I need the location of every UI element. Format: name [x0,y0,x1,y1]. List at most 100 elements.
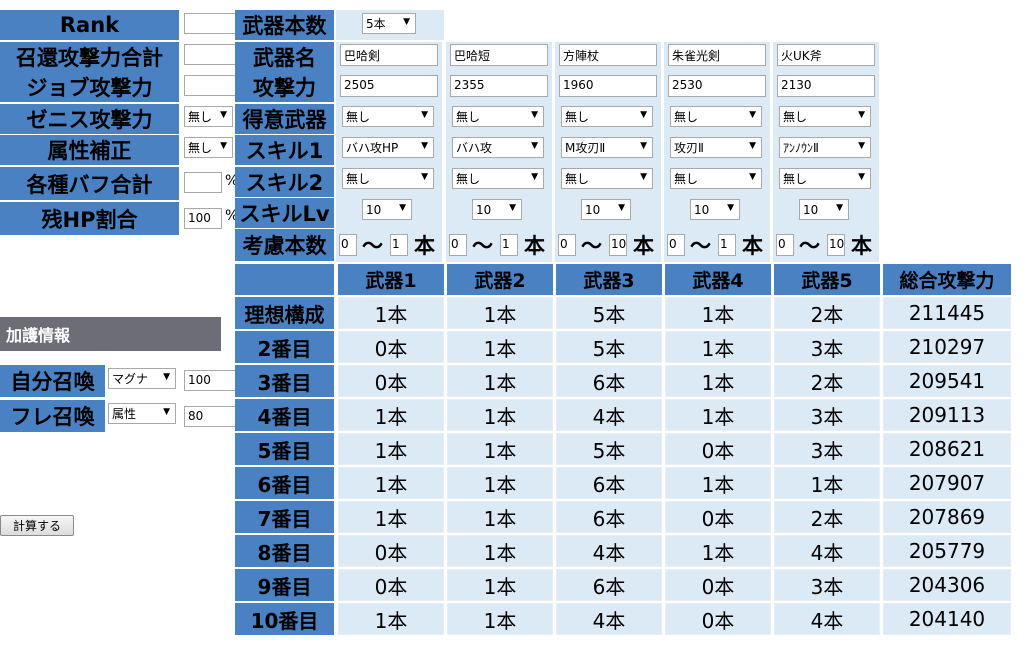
result-weapon-count-cell: 1本 [338,433,444,465]
skill-lv-value: 10 [803,202,819,217]
result-weapon-count-cell: 5本 [556,433,662,465]
skill1-select[interactable]: ｱﾝﾉｳﾝⅡ ▼ [779,137,871,158]
range-min-input[interactable]: 0 [339,234,357,256]
summon-total-input[interactable] [184,44,236,65]
skill1-value: 攻刃Ⅱ [674,141,704,155]
range-max-input[interactable]: 1 [390,234,408,256]
friend-summon-input[interactable]: 80 [184,406,238,427]
skill1-value: バハ攻HP [346,141,399,155]
skill2-value: 無し [456,172,481,186]
range-max-input[interactable]: 1 [718,234,736,256]
skill-lv-select[interactable]: 10 ▼ [362,199,412,220]
dropdown-arrow-icon: ▼ [531,110,538,120]
skill-lv-select[interactable]: 10 ▼ [690,199,740,220]
weapon-name-input[interactable]: 巴哈剣 [340,44,438,66]
result-weapon-count-cell: 0本 [338,365,444,397]
skill1-value: バハ攻 [456,141,493,155]
result-weapon-count-cell: 1本 [447,297,553,329]
zenith-select-value: 無し [188,110,213,124]
zenith-select[interactable]: 無し ▼ [184,106,233,127]
weapon-attack-input[interactable]: 2355 [450,75,548,97]
result-weapon-count-cell: 6本 [556,501,662,533]
skill2-select[interactable]: 無し ▼ [779,168,871,189]
favorite-weapon-select[interactable]: 無し ▼ [670,106,762,127]
result-weapon-count-cell: 1本 [665,365,771,397]
skill-lv-value: 10 [694,202,710,217]
friend-summon-select-value: 属性 [112,407,137,421]
weapon-name-input[interactable]: 火UK斧 [777,44,875,66]
result-weapon-count-cell: 3本 [774,331,880,363]
weapon-attack-input[interactable]: 2530 [668,75,766,97]
favorite-weapon-select[interactable]: 無し ▼ [561,106,653,127]
skill1-select[interactable]: バハ攻HP ▼ [342,137,434,158]
skill2-value: 無し [565,172,590,186]
range-min-input[interactable]: 0 [449,234,467,256]
result-weapon-count-cell: 2本 [774,365,880,397]
result-weapon-count-cell: 1本 [338,501,444,533]
weapon-attack-input[interactable]: 2130 [777,75,875,97]
weapon-column-1: 巴哈剣 2505 無し ▼ バハ攻HP ▼ 無し ▼ 10 ▼ 0 〜 1 本 [336,42,442,262]
skill2-select[interactable]: 無し ▼ [561,168,653,189]
buff-total-label: 各種バフ合計 [0,167,179,200]
range-min-input[interactable]: 0 [776,234,794,256]
dropdown-arrow-icon: ▼ [220,141,227,151]
skill-lv-select[interactable]: 10 ▼ [472,199,522,220]
skill1-select[interactable]: バハ攻 ▼ [452,137,544,158]
result-row-label: 3番目 [235,365,334,397]
dropdown-arrow-icon: ▼ [163,372,170,382]
own-summon-select[interactable]: マグナ ▼ [108,368,176,389]
range-label: 考慮本数 [235,229,334,261]
range-max-input[interactable]: 1 [500,234,518,256]
hp-ratio-input[interactable]: 100 [184,208,222,229]
favorite-weapon-value: 無し [565,110,590,124]
element-select[interactable]: 無し ▼ [184,137,233,158]
skill2-label: スキル2 [235,167,334,197]
results-header-total-attack: 総合攻撃力 [883,264,1011,295]
protection-info-header: 加護情報 [0,317,221,351]
skill2-select[interactable]: 無し ▼ [452,168,544,189]
weapon-attack-input[interactable]: 1960 [559,75,657,97]
result-total-attack-cell: 210297 [883,331,1011,363]
skill1-select[interactable]: 攻刃Ⅱ ▼ [670,137,762,158]
result-weapon-count-cell: 0本 [338,331,444,363]
job-attack-input[interactable] [184,75,236,96]
range-min-input[interactable]: 0 [667,234,685,256]
skill1-select[interactable]: M攻刃Ⅱ ▼ [561,137,653,158]
range-max-input[interactable]: 10 [827,234,845,256]
skill2-select[interactable]: 無し ▼ [342,168,434,189]
dropdown-arrow-icon: ▼ [858,172,865,182]
result-total-attack-cell: 209113 [883,399,1011,431]
dropdown-arrow-icon: ▼ [531,172,538,182]
skill-lv-select[interactable]: 10 ▼ [581,199,631,220]
range-max-input[interactable]: 10 [609,234,627,256]
range-unit: 本 [524,234,545,258]
weapon-name-input[interactable]: 巴哈短 [450,44,548,66]
buff-total-input[interactable] [184,172,222,193]
weapon-column-2: 巴哈短 2355 無し ▼ バハ攻 ▼ 無し ▼ 10 ▼ 0 〜 1 本 [446,42,552,262]
weapon-attack-label: 攻撃力 [235,72,334,102]
result-total-attack-cell: 207869 [883,501,1011,533]
weapon-column-4: 朱雀光剣 2530 無し ▼ 攻刃Ⅱ ▼ 無し ▼ 10 ▼ 0 〜 1 本 [664,42,770,262]
favorite-weapon-select[interactable]: 無し ▼ [779,106,871,127]
weapon-name-input[interactable]: 朱雀光剣 [668,44,766,66]
weapon-name-input[interactable]: 方陣杖 [559,44,657,66]
weapon-attack-input[interactable]: 2505 [340,75,438,97]
rank-input[interactable] [184,13,236,34]
weapon-count-select[interactable]: 5本 ▼ [362,13,416,34]
dropdown-arrow-icon: ▼ [163,407,170,417]
favorite-weapon-select[interactable]: 無し ▼ [452,106,544,127]
friend-summon-select[interactable]: 属性 ▼ [108,403,176,424]
result-weapon-count-cell: 1本 [338,467,444,499]
dropdown-arrow-icon: ▼ [509,203,516,213]
skill-lv-select[interactable]: 10 ▼ [799,199,849,220]
range-tilde: 〜 [690,234,711,258]
result-total-attack-cell: 204306 [883,569,1011,601]
result-weapon-count-cell: 1本 [665,297,771,329]
own-summon-input[interactable]: 100 [184,370,238,391]
result-weapon-count-cell: 6本 [556,569,662,601]
calculate-button[interactable]: 計算する [0,515,74,536]
range-min-input[interactable]: 0 [558,234,576,256]
skill2-select[interactable]: 無し ▼ [670,168,762,189]
skill-lv-value: 10 [366,202,382,217]
favorite-weapon-select[interactable]: 無し ▼ [342,106,434,127]
